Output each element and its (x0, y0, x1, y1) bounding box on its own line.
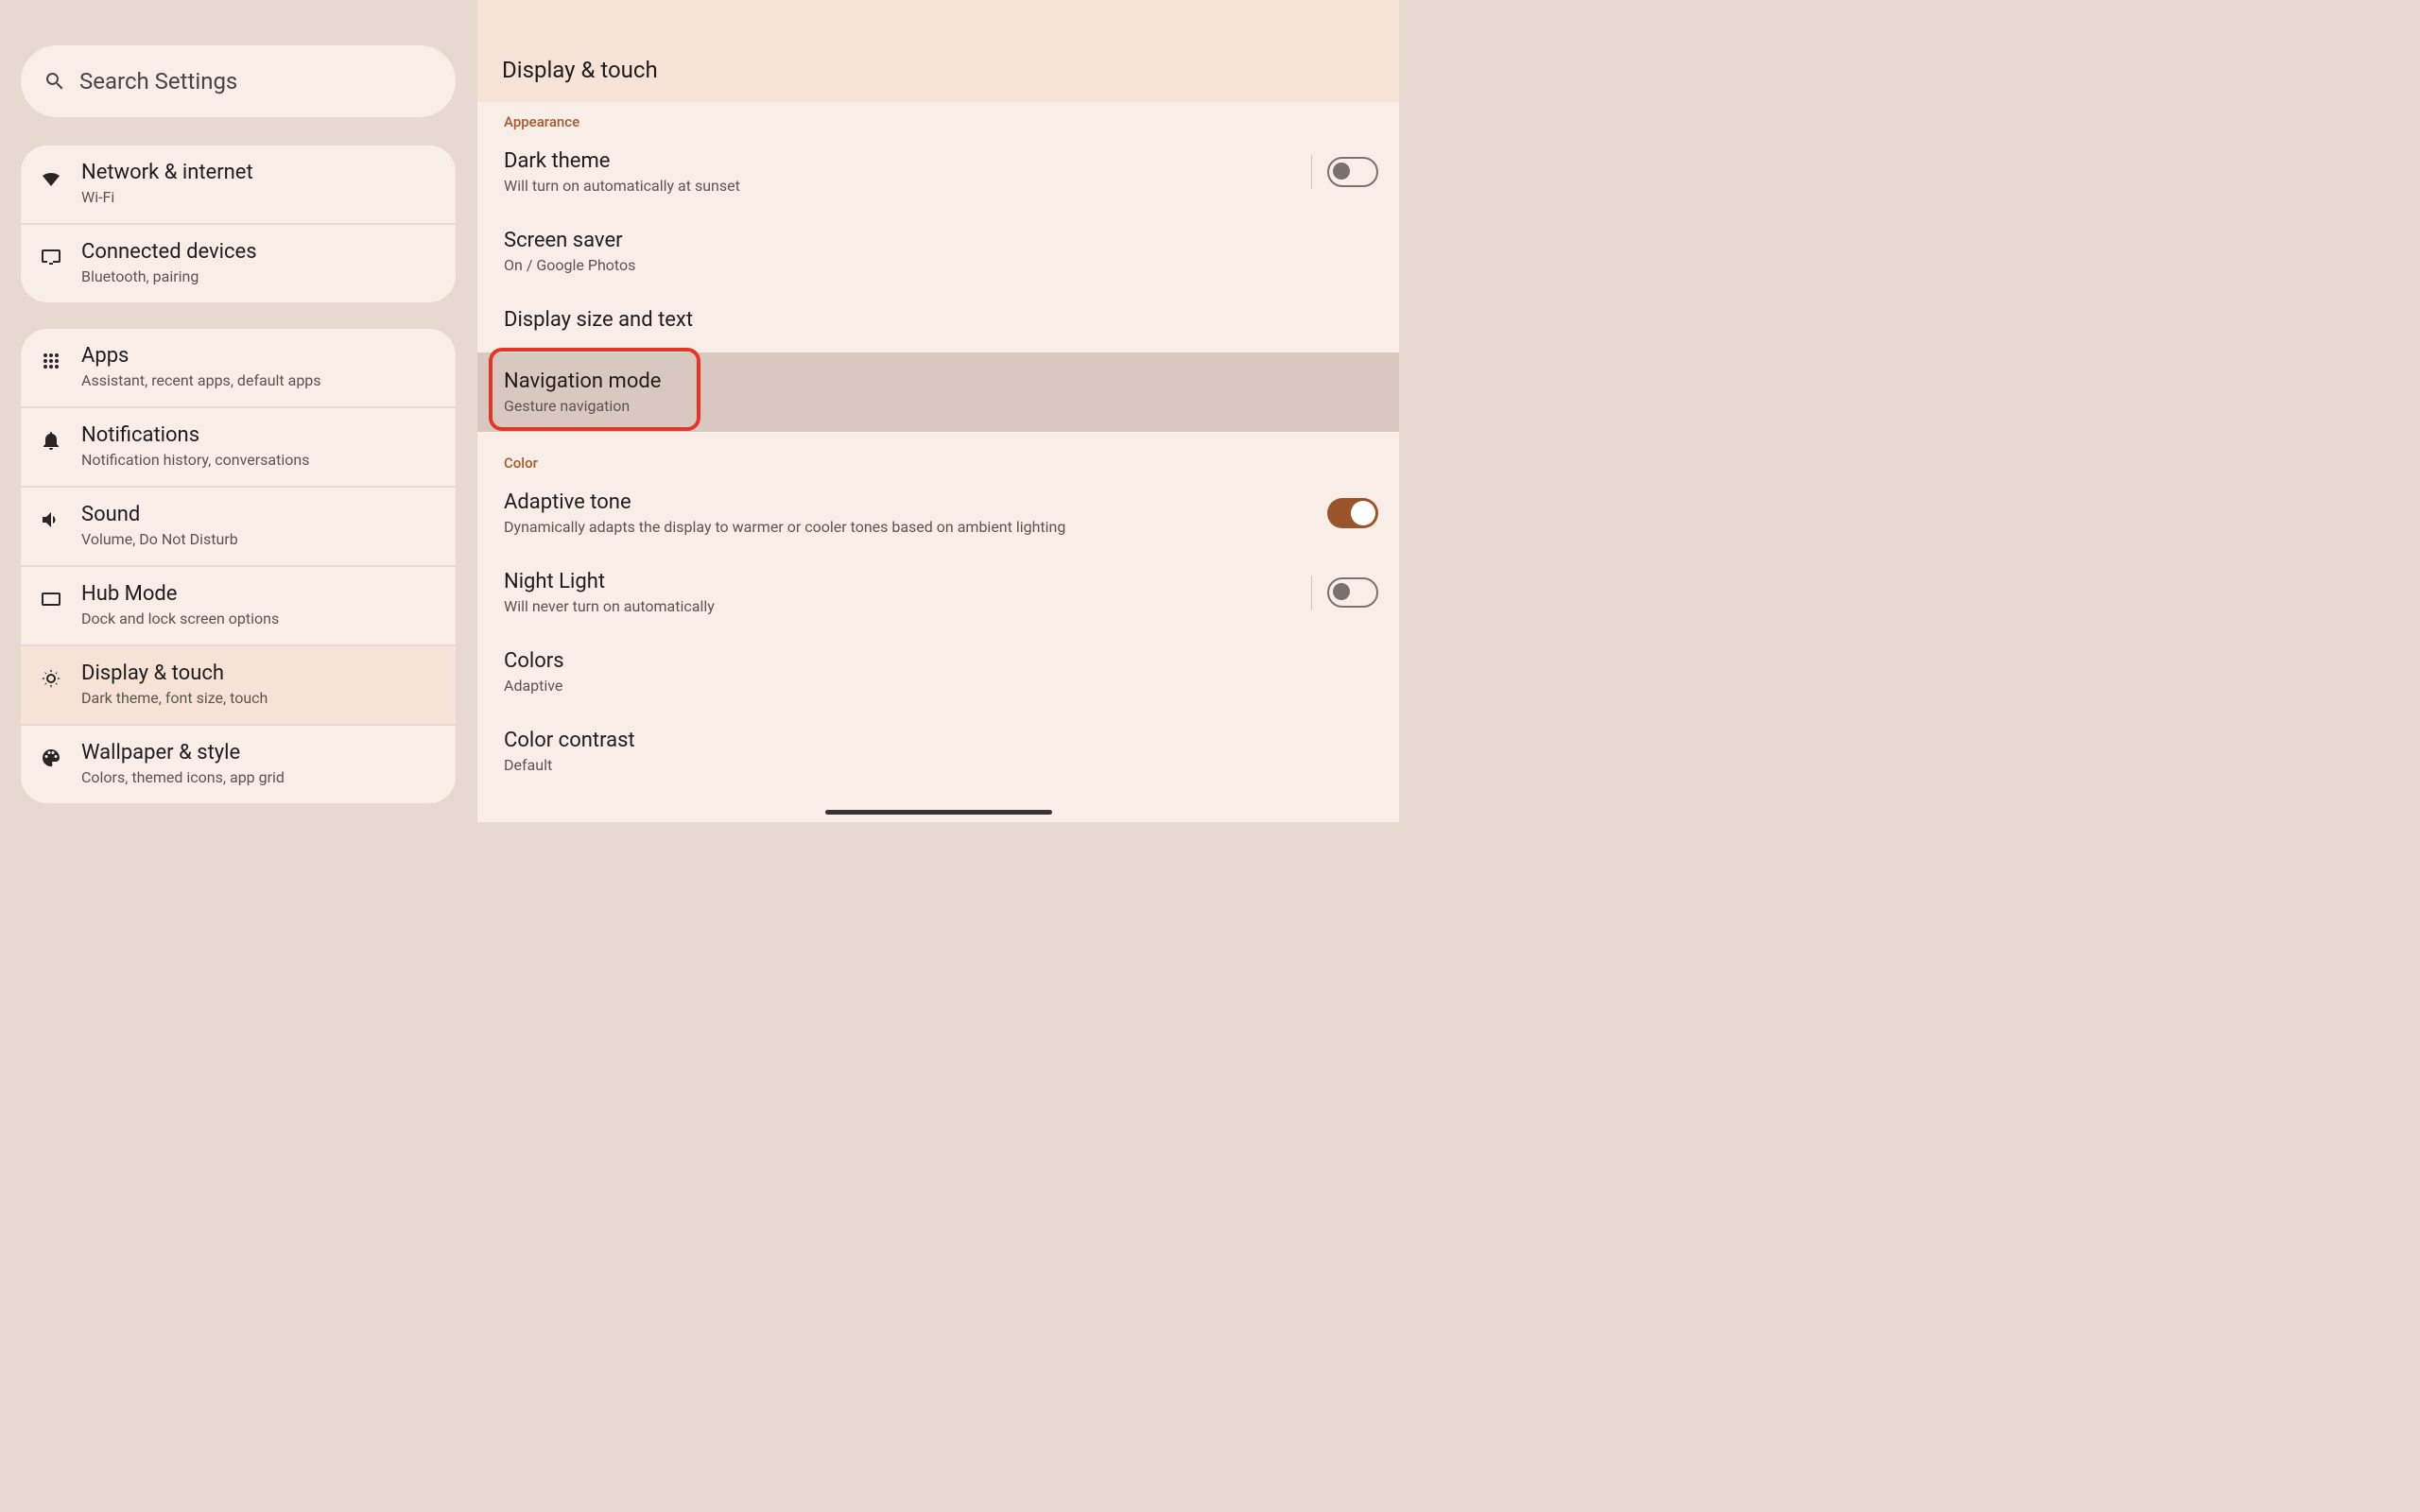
pref-sub: On / Google Photos (504, 256, 635, 274)
pref-dark-theme[interactable]: Dark theme Will turn on automatically at… (477, 132, 1399, 212)
sidebar-item-wallpaper-style[interactable]: Wallpaper & style Colors, themed icons, … (21, 726, 456, 803)
dark-theme-switch[interactable] (1327, 157, 1378, 187)
pref-sub: Will turn on automatically at sunset (504, 177, 740, 195)
bell-icon (40, 429, 62, 452)
sidebar-item-title: Hub Mode (81, 582, 279, 606)
pref-title: Color contrast (504, 729, 635, 752)
sidebar-item-display-touch[interactable]: Display & touch Dark theme, font size, t… (21, 646, 456, 726)
section-header-appearance: Appearance (477, 102, 1399, 132)
pref-night-light[interactable]: Night Light Will never turn on automatic… (477, 553, 1399, 632)
sidebar-item-hub-mode[interactable]: Hub Mode Dock and lock screen options (21, 567, 456, 646)
pref-sub: Default (504, 756, 635, 774)
sidebar-item-sub: Assistant, recent apps, default apps (81, 371, 321, 389)
adaptive-tone-switch[interactable] (1327, 498, 1378, 528)
content-header: Display & touch (477, 0, 1399, 102)
gesture-nav-bar[interactable] (825, 810, 1052, 815)
sidebar-item-sub: Volume, Do Not Disturb (81, 530, 238, 548)
switch-divider (1311, 155, 1312, 189)
sidebar-item-notifications[interactable]: Notifications Notification history, conv… (21, 408, 456, 488)
sidebar-group-0: Network & internet Wi-Fi Connected devic… (21, 146, 456, 302)
switch-divider (1311, 576, 1312, 610)
section-header-color: Color (477, 432, 1399, 473)
page-title: Display & touch (502, 57, 658, 83)
sidebar-item-sub: Colors, themed icons, app grid (81, 768, 285, 786)
pref-sub: Adaptive (504, 677, 564, 695)
palette-icon (40, 747, 62, 769)
pref-title: Screen saver (504, 229, 635, 252)
pref-title: Colors (504, 649, 564, 673)
sidebar-item-title: Connected devices (81, 240, 257, 264)
sidebar-item-sub: Bluetooth, pairing (81, 267, 257, 285)
pref-sub: Will never turn on automatically (504, 597, 715, 615)
sidebar-item-title: Apps (81, 344, 321, 368)
display-icon (40, 667, 62, 690)
wifi-icon (40, 166, 62, 189)
apps-icon (40, 350, 62, 372)
pref-navigation-mode[interactable]: Navigation mode Gesture navigation (477, 352, 1399, 432)
sidebar-item-title: Sound (81, 503, 238, 526)
pref-display-size-text[interactable]: Display size and text (477, 291, 1399, 352)
content-pane: Display & touch Appearance Dark theme Wi… (477, 0, 1399, 822)
sidebar-item-title: Network & internet (81, 161, 253, 184)
pref-colors[interactable]: Colors Adaptive (477, 632, 1399, 712)
pref-screen-saver[interactable]: Screen saver On / Google Photos (477, 212, 1399, 291)
search-settings[interactable]: Search Settings (21, 45, 456, 117)
settings-sidebar: Search Settings Network & internet Wi-Fi… (0, 0, 477, 822)
pref-sub: Dynamically adapts the display to warmer… (504, 518, 1065, 536)
pref-sub: Gesture navigation (504, 397, 661, 415)
night-light-switch[interactable] (1327, 577, 1378, 608)
sidebar-item-sub: Dock and lock screen options (81, 610, 279, 627)
hub-icon (40, 588, 62, 610)
pref-adaptive-tone[interactable]: Adaptive tone Dynamically adapts the dis… (477, 473, 1399, 553)
search-icon (43, 70, 66, 93)
pref-title: Display size and text (504, 308, 693, 332)
sidebar-item-apps[interactable]: Apps Assistant, recent apps, default app… (21, 329, 456, 408)
sound-icon (40, 508, 62, 531)
sidebar-item-sound[interactable]: Sound Volume, Do Not Disturb (21, 488, 456, 567)
devices-icon (40, 246, 62, 268)
sidebar-item-sub: Notification history, conversations (81, 451, 309, 469)
pref-title: Adaptive tone (504, 490, 1065, 514)
sidebar-item-title: Display & touch (81, 662, 268, 685)
sidebar-group-1: Apps Assistant, recent apps, default app… (21, 329, 456, 803)
sidebar-item-sub: Dark theme, font size, touch (81, 689, 268, 707)
pref-color-contrast[interactable]: Color contrast Default (477, 712, 1399, 778)
sidebar-item-connected-devices[interactable]: Connected devices Bluetooth, pairing (21, 225, 456, 302)
sidebar-item-title: Notifications (81, 423, 309, 447)
pref-title: Dark theme (504, 149, 740, 173)
sidebar-item-network[interactable]: Network & internet Wi-Fi (21, 146, 456, 225)
pref-title: Navigation mode (504, 369, 661, 393)
sidebar-item-title: Wallpaper & style (81, 741, 285, 765)
pref-title: Night Light (504, 570, 715, 593)
search-placeholder: Search Settings (79, 68, 237, 94)
sidebar-item-sub: Wi-Fi (81, 188, 253, 206)
